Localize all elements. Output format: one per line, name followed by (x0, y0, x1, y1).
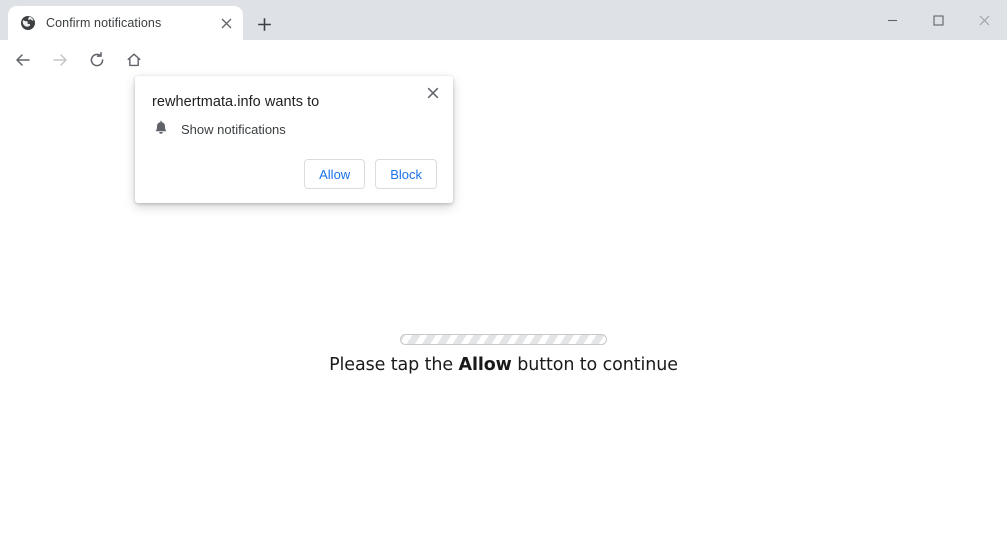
new-tab-button[interactable] (250, 13, 278, 41)
close-icon (979, 15, 990, 26)
permission-request-label: Show notifications (181, 121, 286, 137)
back-button[interactable] (8, 45, 38, 75)
close-button[interactable] (961, 0, 1007, 40)
allow-button[interactable]: Allow (304, 159, 366, 189)
page-instruction-message: Please tap the Allow button to continue (0, 355, 1007, 375)
home-button[interactable] (119, 45, 149, 75)
tab-strip: Confirm notifications (0, 0, 1007, 40)
minimize-button[interactable] (869, 0, 915, 40)
notification-permission-dialog: rewhertmata.info wants to Show notificat… (135, 76, 453, 203)
minimize-icon (887, 15, 898, 26)
indeterminate-progress-bar (400, 334, 607, 345)
plus-icon (257, 17, 272, 37)
page-content-center: Please tap the Allow button to continue (0, 334, 1007, 375)
block-button[interactable]: Block (375, 159, 437, 189)
back-arrow-icon (14, 51, 32, 69)
tab-title: Confirm notifications (46, 16, 162, 30)
message-emphasis: Allow (458, 355, 512, 375)
browser-window: Confirm notifications Please tap the All… (0, 0, 1007, 548)
maximize-button[interactable] (915, 0, 961, 40)
globe-icon (20, 15, 36, 31)
dialog-title: rewhertmata.info wants to (152, 94, 320, 110)
forward-arrow-icon (51, 51, 69, 69)
reload-icon (88, 51, 106, 69)
message-suffix: button to continue (511, 355, 678, 375)
forward-button[interactable] (45, 45, 75, 75)
permission-request-row: Show notifications (152, 120, 286, 138)
browser-toolbar: rewhertmata.info/XMGQ?tag_id=737122&sub_… (0, 40, 1007, 113)
tab-close-icon[interactable] (217, 14, 235, 32)
maximize-icon (932, 14, 944, 26)
dialog-close-button[interactable] (419, 81, 447, 109)
reload-button[interactable] (82, 45, 112, 75)
bell-icon (152, 120, 170, 138)
close-icon (427, 86, 439, 104)
browser-tab-active[interactable]: Confirm notifications (8, 6, 243, 40)
home-icon (125, 51, 143, 69)
message-prefix: Please tap the (329, 355, 459, 375)
window-controls (869, 0, 1007, 40)
dialog-actions: Allow Block (304, 159, 437, 189)
